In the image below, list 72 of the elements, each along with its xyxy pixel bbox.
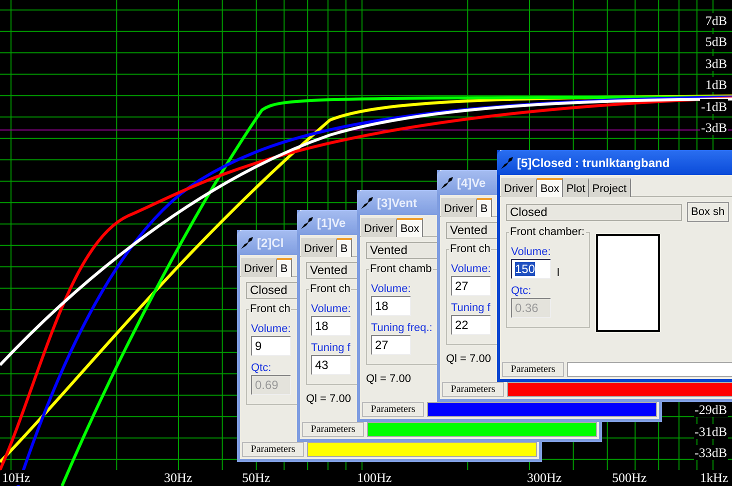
- axis-label: 50Hz: [241, 470, 272, 485]
- app-icon: [440, 176, 454, 190]
- axis-label: 100Hz: [356, 470, 393, 485]
- tab[interactable]: Project: [589, 178, 631, 197]
- axis-label: 300Hz: [526, 470, 563, 485]
- tab[interactable]: Driver: [301, 238, 338, 257]
- window-title: [5]Closed : trunlktangband: [517, 156, 670, 170]
- field-label: Volume:: [511, 245, 551, 259]
- input-field[interactable]: 150: [511, 259, 551, 279]
- status-label: Parameters: [442, 382, 504, 397]
- tab[interactable]: Driver: [241, 258, 278, 277]
- app-icon: [360, 196, 374, 210]
- input-field[interactable]: 9: [251, 336, 291, 356]
- tab[interactable]: Box: [397, 218, 424, 237]
- field-label: Volume:: [251, 322, 291, 336]
- input-field[interactable]: 27: [451, 276, 491, 296]
- input-field[interactable]: 18: [311, 316, 351, 336]
- axis-label: 1dB: [704, 77, 728, 92]
- field-label: Qtc:: [251, 361, 272, 375]
- field-label: Volume:: [311, 302, 351, 316]
- group-label: Front ch: [249, 303, 292, 315]
- axis-label: 30Hz: [163, 470, 194, 485]
- window-title: [1]Ve: [317, 216, 346, 230]
- group-label: Front chamber:: [509, 226, 586, 238]
- axis-label: -3dB: [700, 120, 728, 135]
- tab[interactable]: B: [337, 238, 352, 257]
- axis-label: 1kHz: [699, 470, 730, 485]
- axis-label: -33dB: [694, 445, 728, 460]
- axis-label: 3dB: [704, 56, 728, 71]
- field-label: Tuning freq.:: [371, 321, 432, 335]
- axis-label: 5dB: [704, 34, 728, 50]
- app-icon: [300, 216, 314, 230]
- ql-value: Ql = 7.00: [306, 393, 351, 405]
- input-field[interactable]: 27: [371, 335, 411, 355]
- app-icon: [240, 236, 254, 250]
- input-field[interactable]: 43: [311, 355, 351, 375]
- field-label: Tuning f: [451, 301, 490, 315]
- ql-value: Ql = 7.00: [366, 373, 411, 385]
- field-label: Volume:: [371, 282, 411, 296]
- tab[interactable]: Plot: [563, 178, 590, 197]
- box-shape-button[interactable]: Box sh: [687, 202, 729, 222]
- axis-label: -29dB: [694, 402, 728, 417]
- input-field[interactable]: 18: [371, 296, 411, 316]
- status-label: Parameters: [302, 422, 364, 437]
- input-field[interactable]: 22: [451, 315, 491, 335]
- status-label: Parameters: [242, 442, 304, 457]
- tab[interactable]: Driver: [361, 218, 398, 237]
- group-label: Front ch: [309, 283, 352, 295]
- group-label: Front ch: [449, 243, 492, 255]
- ql-value: Ql = 7.00: [446, 353, 491, 365]
- tab[interactable]: Driver: [501, 178, 538, 197]
- window-title: [4]Ve: [457, 176, 486, 190]
- axis-label: 10Hz: [1, 470, 32, 485]
- status-label: Parameters: [502, 362, 564, 377]
- tab[interactable]: Box: [537, 178, 564, 197]
- tab[interactable]: B: [277, 258, 292, 277]
- tab[interactable]: B: [477, 198, 492, 217]
- app-icon: [500, 156, 514, 170]
- box-type-field[interactable]: Closed: [506, 204, 682, 220]
- field-label: Qtc:: [511, 284, 532, 298]
- group-label: Front chamb: [369, 263, 433, 275]
- field-label: Tuning f: [311, 341, 350, 355]
- axis-label: -31dB: [694, 424, 728, 438]
- field-label: Volume:: [451, 262, 491, 276]
- axis-label: 7dB: [704, 13, 728, 28]
- axis-label: 500Hz: [611, 470, 648, 485]
- status-label: Parameters: [362, 402, 424, 417]
- window-title: [3]Vent: [377, 196, 418, 210]
- unit-label: l: [557, 267, 560, 279]
- tab[interactable]: Driver: [441, 198, 478, 217]
- window-title: [2]Cl: [257, 236, 284, 250]
- axis-label: -1dB: [700, 98, 728, 114]
